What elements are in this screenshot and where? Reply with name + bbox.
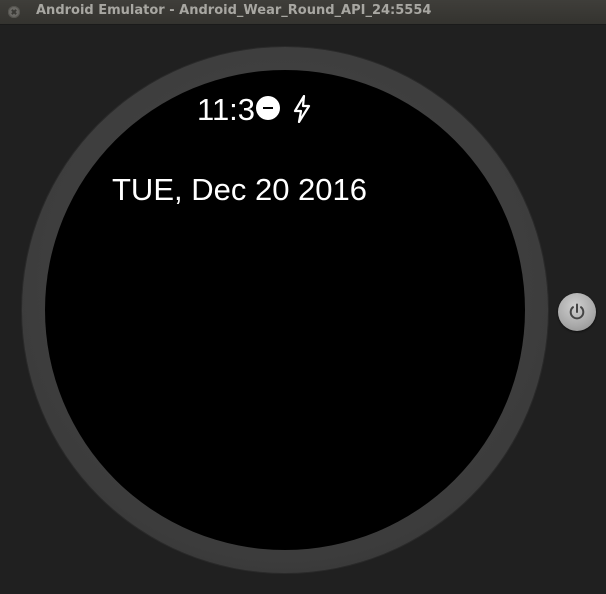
power-button[interactable] (558, 293, 596, 331)
title-bar: Android Emulator - Android_Wear_Round_AP… (0, 0, 606, 25)
close-window-button[interactable] (8, 6, 20, 18)
watch-date: TUE, Dec 20 2016 (112, 172, 368, 207)
power-icon (569, 303, 585, 320)
watch-time: 11:3 (197, 92, 256, 127)
charging-bolt-icon (293, 95, 311, 123)
emulator-window: Android Emulator - Android_Wear_Round_AP… (0, 0, 606, 594)
do-not-disturb-icon (256, 96, 280, 120)
window-title: Android Emulator - Android_Wear_Round_AP… (36, 3, 432, 18)
watch-screen[interactable]: 11:3 TUE, Dec 20 2016 (45, 70, 525, 550)
